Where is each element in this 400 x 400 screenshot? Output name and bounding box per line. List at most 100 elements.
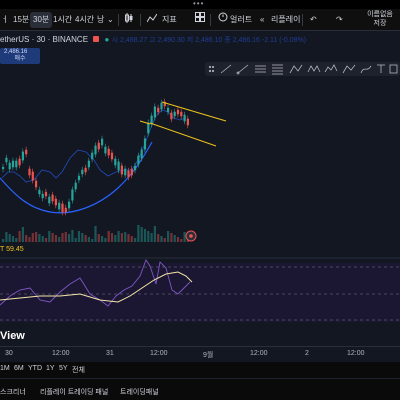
volume-bar [143,229,147,242]
volume-bar [134,238,137,242]
volume-bar [167,231,170,242]
text-tool-icon[interactable] [377,64,385,73]
pitchfork-icon[interactable] [289,64,303,74]
ray-icon[interactable] [236,64,249,75]
candle [153,106,156,118]
volume-bar [94,226,97,242]
more-dots-icon[interactable]: ••• [193,0,204,8]
time-axis[interactable]: 30 12:00 31 12:00 9월 12:00 2 12:00 [0,346,400,362]
time-tick: 2 [305,350,309,357]
volume-bar [157,234,160,242]
volume-bar [101,236,104,242]
save-label: 저장 [373,20,387,27]
candle [104,146,107,154]
volume-bar [137,225,140,242]
chart-canvas[interactable] [0,31,400,346]
volume-bar [64,232,67,242]
chevron-down-icon[interactable]: ⌄ [107,12,114,28]
rectangle-icon[interactable] [389,64,398,74]
interval-15m[interactable]: 15분 [13,12,29,28]
candle [137,155,140,165]
range-5y[interactable]: 5Y [59,365,68,372]
alert-button[interactable]: 얼러트 [230,12,252,28]
indicators-icon[interactable] [146,12,158,28]
volume-bar [41,236,44,242]
projection-icon[interactable] [342,64,356,74]
drag-handle[interactable]: ••• [0,0,400,9]
candle [58,202,61,210]
interval-1h[interactable]: 1시간 [53,12,72,28]
candle [160,102,163,110]
buy-price-badge[interactable]: 2,486.16 매수 [0,48,40,64]
range-6m[interactable]: 6M [14,365,24,372]
candles-group [2,98,189,216]
tab-screener[interactable]: 스크리너 [0,387,26,397]
volume-bar [150,233,153,242]
volume-bar [54,235,57,242]
replay-icon[interactable]: « [260,12,264,28]
candle [5,157,8,163]
trend-line-icon[interactable] [220,64,232,74]
replay-button[interactable]: 리플레이 [271,12,300,28]
time-tick: 31 [106,350,114,357]
range-1m[interactable]: 1M [0,365,10,372]
toolbar-divider [140,14,141,26]
candle [140,149,143,159]
redo-icon[interactable]: ↷ [336,12,343,28]
candle [84,167,87,173]
volume-bars [2,225,189,242]
volume-bar [147,231,150,242]
toolbar-divider [210,14,211,26]
menu-divider-icon: ㅓ [1,15,9,24]
volume-bar [114,235,117,242]
channel-lower-line[interactable] [149,122,217,147]
volume-bar [8,234,11,242]
volume-bar [127,234,130,242]
candle [25,149,28,155]
elliott-wave-icon[interactable] [324,64,338,73]
undo-icon[interactable]: ↶ [310,12,317,28]
volume-bar [81,233,84,242]
interval-4h[interactable]: 4시간 [75,12,94,28]
symbol-title[interactable]: etherUS · 30 · BINANCE [0,35,88,44]
time-tick: 12:00 [250,350,268,357]
drag-handle-icon[interactable] [208,65,215,73]
price-chart[interactable] [0,31,400,346]
candle [31,171,34,181]
range-ytd[interactable]: YTD [28,365,42,372]
interval-more-icon[interactable]: 낭 [97,12,104,28]
volume-bar [176,237,180,242]
pattern-icon[interactable] [307,65,321,73]
candle [186,118,189,126]
brush-icon[interactable] [360,65,372,74]
range-1y[interactable]: 1Y [46,365,55,372]
candle [54,198,57,206]
tab-replay-trading[interactable]: 리플레이 트레이딩 패널 [40,387,108,397]
indicators-button[interactable]: 지표 [162,12,177,28]
alert-icon[interactable] [218,12,228,28]
badge-side: 매수 [14,56,26,62]
tab-trading-panel[interactable]: 트레이딩패널 [120,387,159,397]
candle [87,160,90,168]
layouts-icon[interactable] [195,12,205,28]
volume-bar [38,234,41,242]
range-all[interactable]: 전체 [72,365,85,375]
flag-icon[interactable] [93,36,100,42]
save-layout-button[interactable]: 이름없음 저장 [362,10,398,30]
candle [64,207,67,213]
volume-bar [180,239,183,242]
fib-retracement-icon[interactable] [272,64,283,75]
volume-bar [31,233,34,242]
candle [74,182,77,190]
volume-bar [84,235,87,242]
volume-bar [68,234,71,242]
candle [21,151,24,161]
candle [110,152,114,160]
interval-30m[interactable]: 30분 [30,12,53,28]
parallel-channel-icon[interactable] [255,65,266,73]
volume-bar [153,226,156,242]
candles-icon[interactable] [124,12,134,28]
volume-bar [74,238,77,242]
volume-bar [160,236,163,242]
candle [44,191,48,197]
